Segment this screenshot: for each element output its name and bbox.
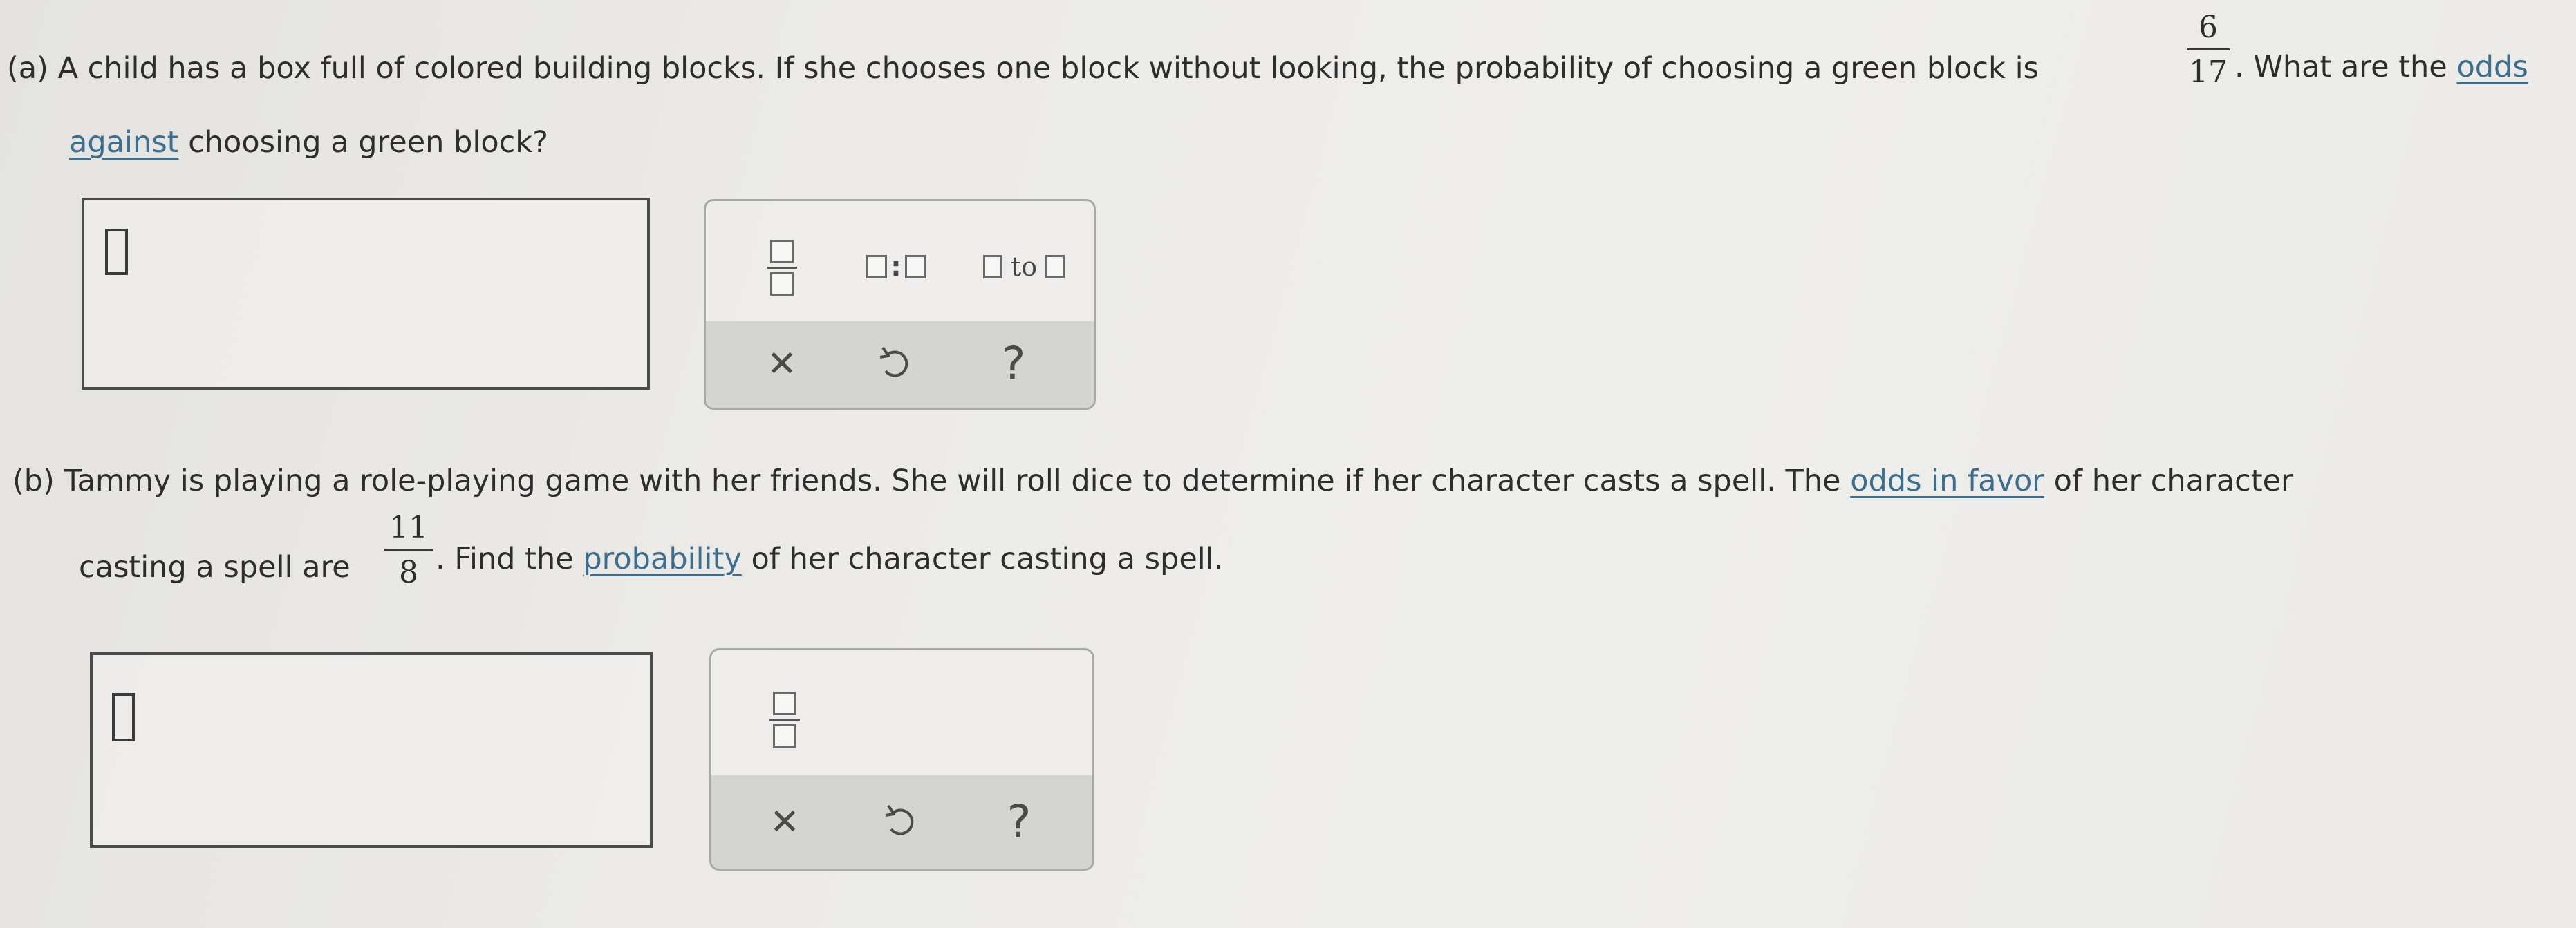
question-b-denominator: 8 [399,555,418,590]
question-b-line-1: (b) Tammy is playing a role-playing game… [12,466,2293,496]
fraction-bar [384,549,433,551]
against-link[interactable]: against [69,125,178,160]
question-a-line-2: against choosing a green block? [69,128,548,158]
answer-cursor-slot[interactable] [105,229,128,275]
question-b-text-2: of her character [2044,464,2293,498]
probability-link[interactable]: probability [583,542,741,576]
undo-icon [885,804,914,835]
fraction-template-icon [769,692,800,748]
to-word: to [1010,252,1038,282]
odds-in-favor-link[interactable]: odds in favor [1850,464,2044,498]
clear-button[interactable]: ✕ [750,789,819,855]
question-a-text-1: A child has a box full of colored buildi… [48,51,2039,86]
close-icon: ✕ [767,343,797,385]
question-a-text-3: choosing a green block? [178,125,549,160]
question-b-fraction: 11 8 [384,513,433,588]
question-b-label: (b) [12,464,55,498]
clear-button[interactable]: ✕ [747,331,816,397]
question-a-numerator: 6 [2199,10,2218,45]
question-b-text-5: of her character casting a spell. [741,542,1224,576]
fraction-bar [2187,48,2230,50]
fraction-template-button[interactable] [750,676,819,763]
help-button[interactable]: ? [984,789,1054,855]
question-b-line-2-end: . Find the probability of her character … [436,545,1223,574]
question-a-fraction: 6 17 [2187,12,2230,88]
question-b-text-3: casting a spell are [79,550,351,585]
undo-button[interactable] [861,331,931,397]
question-a-denominator: 17 [2189,55,2228,90]
ratio-template-button[interactable]: : [848,236,944,298]
toolbar-action-row: ✕ ? [711,775,1092,869]
undo-icon [879,346,908,377]
answer-input-b[interactable] [90,652,653,848]
question-b-line-2-start: casting a spell are [79,553,351,583]
question-a-text-2: . What are the [2234,50,2457,84]
help-button[interactable]: ? [979,331,1048,397]
question-a-line-1-end: . What are the odds [2234,53,2528,82]
question-b-text-1: Tammy is playing a role-playing game wit… [54,464,1851,498]
ratio-colon: : [890,252,902,282]
fraction-template-button[interactable] [747,226,816,309]
question-b-text-4: . Find the [436,542,584,576]
question-a-line-1: (a) A child has a box full of colored bu… [7,54,2039,84]
question-a-label: (a) [7,51,48,86]
close-icon: ✕ [769,801,800,843]
undo-button[interactable] [867,789,936,855]
odds-to-template-icon: to [982,252,1065,282]
ratio-template-icon: : [866,252,926,282]
toolbar-action-row: ✕ ? [706,321,1094,408]
answer-input-a[interactable] [82,198,650,390]
question-b-numerator: 11 [389,510,428,545]
math-toolbar-a: : to ✕ ? [704,199,1096,410]
odds-to-template-button[interactable]: to [962,236,1086,298]
help-icon: ? [1007,795,1032,849]
answer-cursor-slot[interactable] [112,693,135,741]
fraction-template-icon [767,239,797,296]
math-toolbar-b: ✕ ? [709,648,1094,871]
help-icon: ? [1001,337,1026,390]
odds-link[interactable]: odds [2456,50,2528,84]
